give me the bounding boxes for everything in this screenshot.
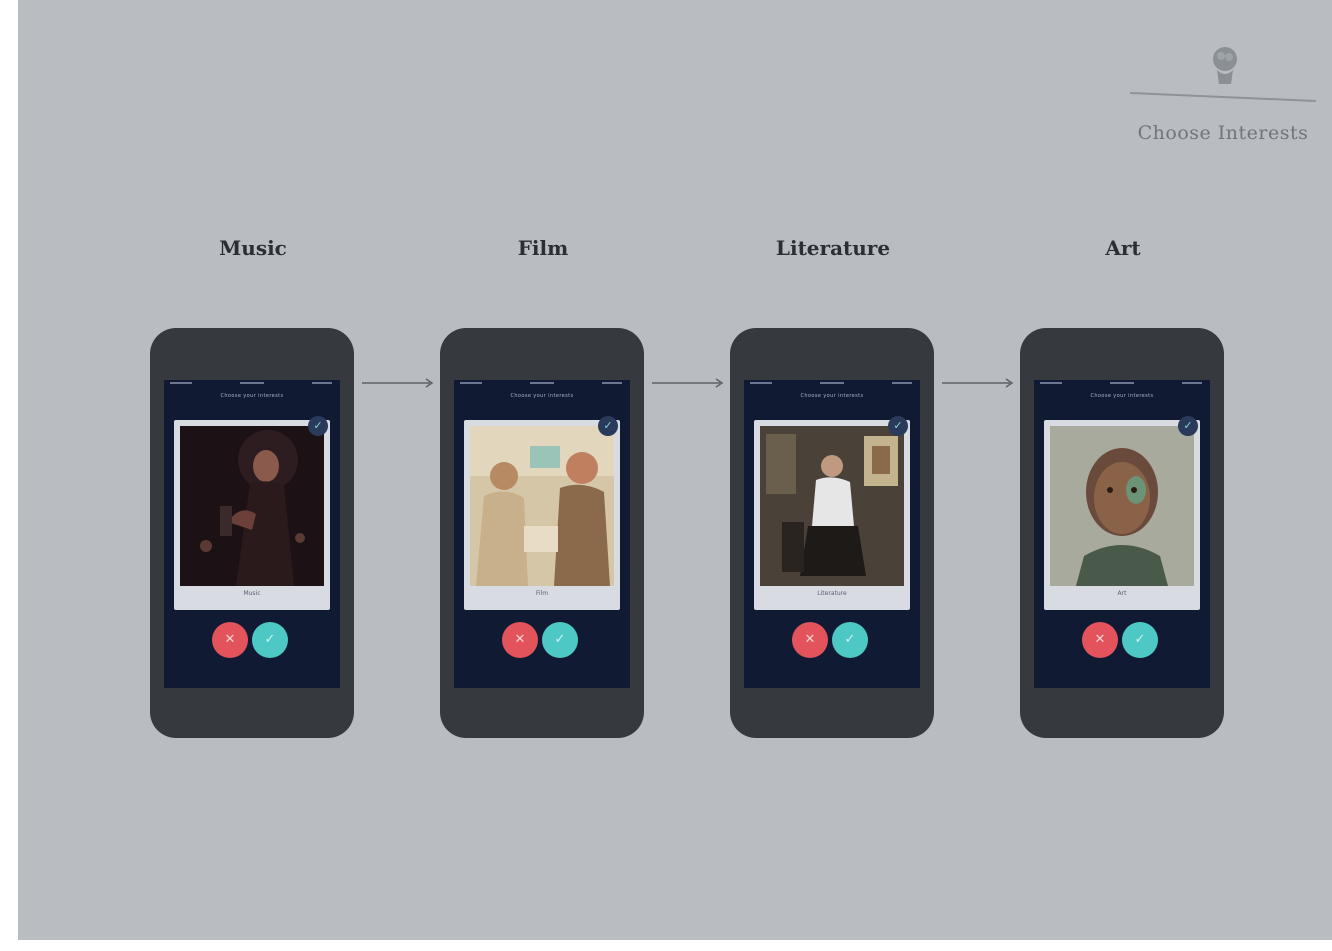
app-screen: Choose your interests Film ✓ ✕ ✓: [454, 380, 630, 688]
dislike-button[interactable]: ✕: [212, 622, 248, 658]
close-icon: ✕: [804, 632, 816, 647]
app-screen: Choose your interests Music ✓ ✕ ✓: [164, 380, 340, 688]
interest-card[interactable]: Literature ✓: [754, 416, 910, 610]
check-icon: ✓: [308, 416, 328, 436]
phone-mockup-art: Choose your interests Art ✓ ✕ ✓: [1020, 328, 1224, 738]
like-button[interactable]: ✓: [542, 622, 578, 658]
check-icon: ✓: [264, 632, 276, 647]
status-bar: [1034, 380, 1210, 390]
check-icon: ✓: [554, 632, 566, 647]
step-title-music: Music: [219, 236, 287, 260]
app-header-title: Choose your interests: [220, 393, 284, 399]
painted-portrait-photo: [1050, 426, 1194, 586]
check-icon: ✓: [844, 632, 856, 647]
dislike-button[interactable]: ✕: [792, 622, 828, 658]
close-icon: ✕: [1094, 632, 1106, 647]
step-title-literature: Literature: [775, 236, 891, 260]
concert-singer-photo: [180, 426, 324, 586]
app-header-title: Choose your interests: [510, 393, 574, 399]
arrow-right-icon: [362, 378, 434, 388]
app-header-title: Choose your interests: [800, 393, 864, 399]
brain-head-icon: [1213, 47, 1237, 84]
check-icon: ✓: [1134, 632, 1146, 647]
brand-title: Choose Interests: [1137, 122, 1309, 144]
interest-card[interactable]: Music ✓: [174, 416, 330, 610]
presentation-board: Choose Interests Music Film Literature A…: [18, 0, 1332, 940]
interest-card[interactable]: Art ✓: [1044, 416, 1200, 610]
brand-divider: [1130, 91, 1316, 103]
author-portrait-photo: [760, 426, 904, 586]
card-label: Film: [535, 590, 549, 597]
phone-mockup-literature: Choose your interests Literature ✓ ✕ ✓: [730, 328, 934, 738]
like-button[interactable]: ✓: [1122, 622, 1158, 658]
close-icon: ✕: [224, 632, 236, 647]
card-label: Music: [243, 590, 261, 597]
step-title-art: Art: [1105, 236, 1141, 260]
arrow-right-icon: [652, 378, 724, 388]
app-screen: Choose your interests Literature ✓ ✕ ✓: [744, 380, 920, 688]
brand-block: Choose Interests: [1118, 40, 1328, 150]
arrow-right-icon: [942, 378, 1014, 388]
app-screen: Choose your interests Art ✓ ✕ ✓: [1034, 380, 1210, 688]
phone-mockup-music: Choose your interests Music ✓ ✕ ✓: [150, 328, 354, 738]
app-header-title: Choose your interests: [1090, 393, 1154, 399]
like-button[interactable]: ✓: [832, 622, 868, 658]
dislike-button[interactable]: ✕: [502, 622, 538, 658]
status-bar: [164, 380, 340, 390]
check-icon: ✓: [598, 416, 618, 436]
step-title-film: Film: [517, 236, 569, 260]
film-still-photo: [470, 426, 614, 586]
close-icon: ✕: [514, 632, 526, 647]
interest-card[interactable]: Film ✓: [464, 416, 620, 610]
dislike-button[interactable]: ✕: [1082, 622, 1118, 658]
check-icon: ✓: [888, 416, 908, 436]
status-bar: [744, 380, 920, 390]
card-label: Art: [1117, 590, 1127, 597]
phone-mockup-film: Choose your interests Film ✓ ✕ ✓: [440, 328, 644, 738]
check-icon: ✓: [1178, 416, 1198, 436]
card-label: Literature: [817, 590, 847, 597]
like-button[interactable]: ✓: [252, 622, 288, 658]
status-bar: [454, 380, 630, 390]
